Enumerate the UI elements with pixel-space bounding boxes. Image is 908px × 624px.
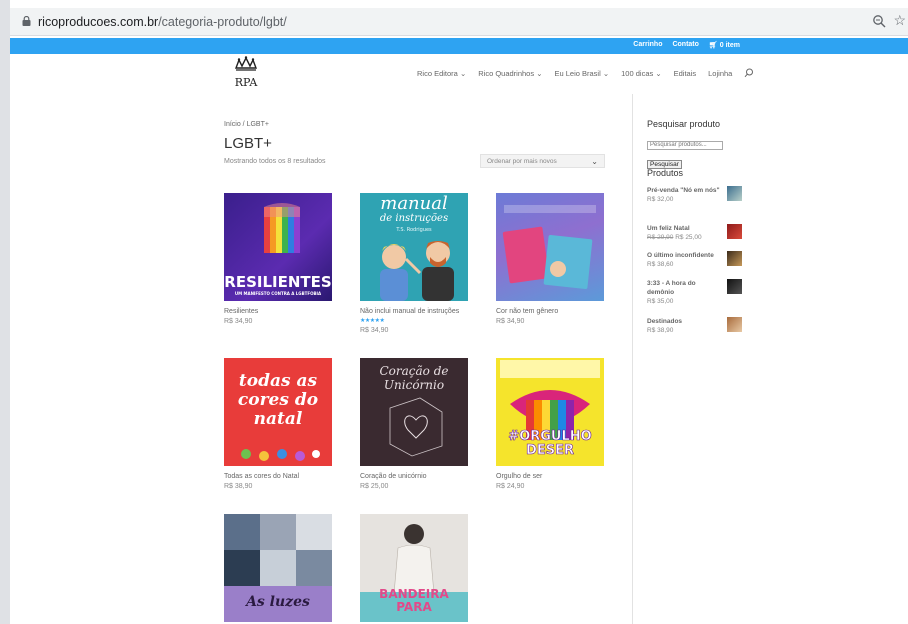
- product-card[interactable]: RESILIENTES UM MANIFESTO CONTRA A LGBTFO…: [224, 193, 334, 325]
- menu-item-label: 100 dicas: [621, 68, 654, 78]
- rating-stars: ★★★★★: [360, 318, 385, 324]
- menu-item-label: Rico Editora: [417, 68, 458, 78]
- sidebar-product-thumb[interactable]: [727, 251, 742, 266]
- cover-illustration: [380, 241, 454, 301]
- sidebar-product-item[interactable]: Destinados R$ 38,90: [647, 317, 742, 334]
- sidebar-product-item[interactable]: 3:33 - A hora do demônio R$ 35,00: [647, 279, 742, 305]
- cart-link[interactable]: Carrinho: [633, 41, 662, 49]
- sidebar-product-price: R$ 25,00: [675, 234, 702, 241]
- cover-title: #ORGULHO DESER: [508, 429, 592, 458]
- svg-text:RPA: RPA: [235, 76, 259, 89]
- product-price: R$ 34,90: [224, 318, 253, 325]
- address-bar[interactable]: ricoproducoes.com.br/categoria-produto/l…: [10, 8, 908, 36]
- products-widget-title: Produtos: [647, 168, 684, 178]
- heart-cube-icon: [389, 397, 443, 457]
- search-widget-title: Pesquisar produto: [647, 119, 721, 129]
- cart-icon: 🛒︎: [708, 42, 718, 49]
- product-price: R$ 34,90: [360, 327, 389, 334]
- product-thumbnail[interactable]: Coração de Unicórnio: [360, 358, 468, 466]
- product-thumbnail[interactable]: manual de instruções T.S. Rodrigues: [360, 193, 468, 301]
- sidebar-product-item[interactable]: O último inconfidente R$ 38,60: [647, 251, 742, 268]
- menu-item-eu-leio-brasil[interactable]: Eu Leio Brasil ⌄: [554, 69, 609, 78]
- menu-item-editais[interactable]: Editais: [674, 69, 697, 78]
- cart-count-label: 0 item: [719, 42, 740, 49]
- lock-icon: [22, 16, 31, 26]
- breadcrumb[interactable]: Início / LGBT+: [224, 121, 269, 128]
- product-card[interactable]: Coração de Unicórnio Coração de unicórni…: [360, 358, 470, 490]
- url-text[interactable]: ricoproducoes.com.br/categoria-produto/l…: [38, 15, 287, 29]
- cover-title: RESILIENTES: [224, 273, 332, 291]
- product-search-widget: Pesquisar produto Pesquisar: [647, 119, 723, 171]
- product-name[interactable]: Todas as cores do Natal: [224, 473, 334, 480]
- product-card[interactable]: #ORGULHO DESER Orgulho de ser R$ 24,90: [496, 358, 606, 490]
- sidebar-product-name[interactable]: O último inconfidente: [647, 251, 723, 260]
- product-price: R$ 24,90: [496, 483, 525, 490]
- product-name[interactable]: Resilientes: [224, 308, 334, 315]
- sidebar-product-thumb[interactable]: [727, 224, 742, 239]
- product-thumbnail[interactable]: As luzes: [224, 514, 332, 622]
- page-title: LGBT+: [224, 135, 272, 152]
- sidebar-product-price: R$ 35,00: [647, 298, 674, 305]
- product-thumbnail[interactable]: BANDEIRA PARA: [360, 514, 468, 622]
- product-name[interactable]: Orgulho de ser: [496, 473, 606, 480]
- main-header: RPA Rico Editora ⌄ Rico Quadrinhos ⌄ Eu …: [10, 54, 908, 94]
- site-logo[interactable]: RPA: [232, 56, 260, 90]
- primary-menu: Rico Editora ⌄ Rico Quadrinhos ⌄ Eu Leio…: [417, 68, 754, 78]
- sidebar-divider: [632, 94, 633, 624]
- sidebar-product-name[interactable]: Pré-venda "Nó em nós": [647, 186, 723, 195]
- product-card[interactable]: As luzes: [224, 514, 334, 622]
- menu-item-label: Eu Leio Brasil: [554, 68, 601, 78]
- contact-link[interactable]: Contato: [672, 41, 698, 49]
- sidebar-product-item[interactable]: Pré-venda "Nó em nós" R$ 32,00: [647, 186, 742, 203]
- sidebar-product-name[interactable]: 3:33 - A hora do demônio: [647, 279, 723, 297]
- product-price: R$ 38,90: [224, 483, 253, 490]
- sidebar-product-name[interactable]: Um feliz Natal: [647, 224, 723, 233]
- product-card[interactable]: manual de instruções T.S. Rodrigues Não …: [360, 193, 470, 334]
- sidebar-product-old-price: R$ 29,90: [647, 234, 674, 241]
- product-name[interactable]: Não inclui manual de instruções: [360, 308, 470, 315]
- product-thumbnail[interactable]: #ORGULHO DESER: [496, 358, 604, 466]
- product-card[interactable]: todas as cores do natal Todas as cores d…: [224, 358, 334, 490]
- product-thumbnail[interactable]: todas as cores do natal: [224, 358, 332, 466]
- chevron-down-icon: ⌄: [591, 157, 598, 166]
- top-bar: Carrinho Contato 🛒︎ 0 item: [10, 38, 908, 54]
- orderby-value: Ordenar por mais novos: [487, 158, 557, 165]
- cover-title: As luzes: [246, 594, 310, 610]
- ornaments-icon: [241, 449, 320, 461]
- sidebar-product-name[interactable]: Destinados: [647, 317, 723, 326]
- cover-illustration: [502, 205, 596, 289]
- product-name[interactable]: Coração de unicórnio: [360, 473, 470, 480]
- product-thumbnail[interactable]: [496, 193, 604, 301]
- url-path: /categoria-produto/lgbt/: [158, 15, 287, 29]
- cart-count[interactable]: 🛒︎ 0 item: [709, 41, 740, 49]
- menu-item-rico-quadrinhos[interactable]: Rico Quadrinhos ⌄: [478, 69, 542, 78]
- result-count: Mostrando todos os 8 resultados: [224, 158, 326, 165]
- product-price: R$ 25,00: [360, 483, 389, 490]
- menu-item-rico-editora[interactable]: Rico Editora ⌄: [417, 69, 466, 78]
- menu-item-label: Rico Quadrinhos: [478, 68, 535, 78]
- sidebar-product-item[interactable]: Um feliz Natal R$ 29,90 R$ 25,00: [647, 224, 742, 241]
- product-name[interactable]: Cor não tem gênero: [496, 308, 606, 315]
- sidebar-product-thumb[interactable]: [727, 186, 742, 201]
- zoom-icon[interactable]: [872, 14, 886, 28]
- menu-item-100-dicas[interactable]: 100 dicas ⌄: [621, 69, 661, 78]
- bookmark-star-icon[interactable]: ☆: [893, 12, 906, 29]
- product-price: R$ 34,90: [496, 318, 525, 325]
- cover-title: BANDEIRA PARA: [379, 587, 449, 614]
- product-search-input[interactable]: [647, 140, 723, 150]
- products-widget-title-wrap: Produtos: [647, 168, 683, 178]
- search-icon[interactable]: [744, 68, 754, 78]
- product-thumbnail[interactable]: RESILIENTES UM MANIFESTO CONTRA A LGBTFO…: [224, 193, 332, 301]
- url-host: ricoproducoes.com.br: [38, 15, 159, 29]
- sidebar-product-thumb[interactable]: [727, 279, 742, 294]
- menu-item-lojinha[interactable]: Lojinha: [708, 69, 732, 78]
- cover-subtitle: UM MANIFESTO CONTRA A LGBTFOBIA: [234, 291, 322, 296]
- product-card[interactable]: BANDEIRA PARA: [360, 514, 470, 622]
- orderby-select[interactable]: Ordenar por mais novos ⌄: [480, 154, 605, 168]
- product-card[interactable]: Cor não tem gênero R$ 34,90: [496, 193, 606, 325]
- sidebar-product-thumb[interactable]: [727, 317, 742, 332]
